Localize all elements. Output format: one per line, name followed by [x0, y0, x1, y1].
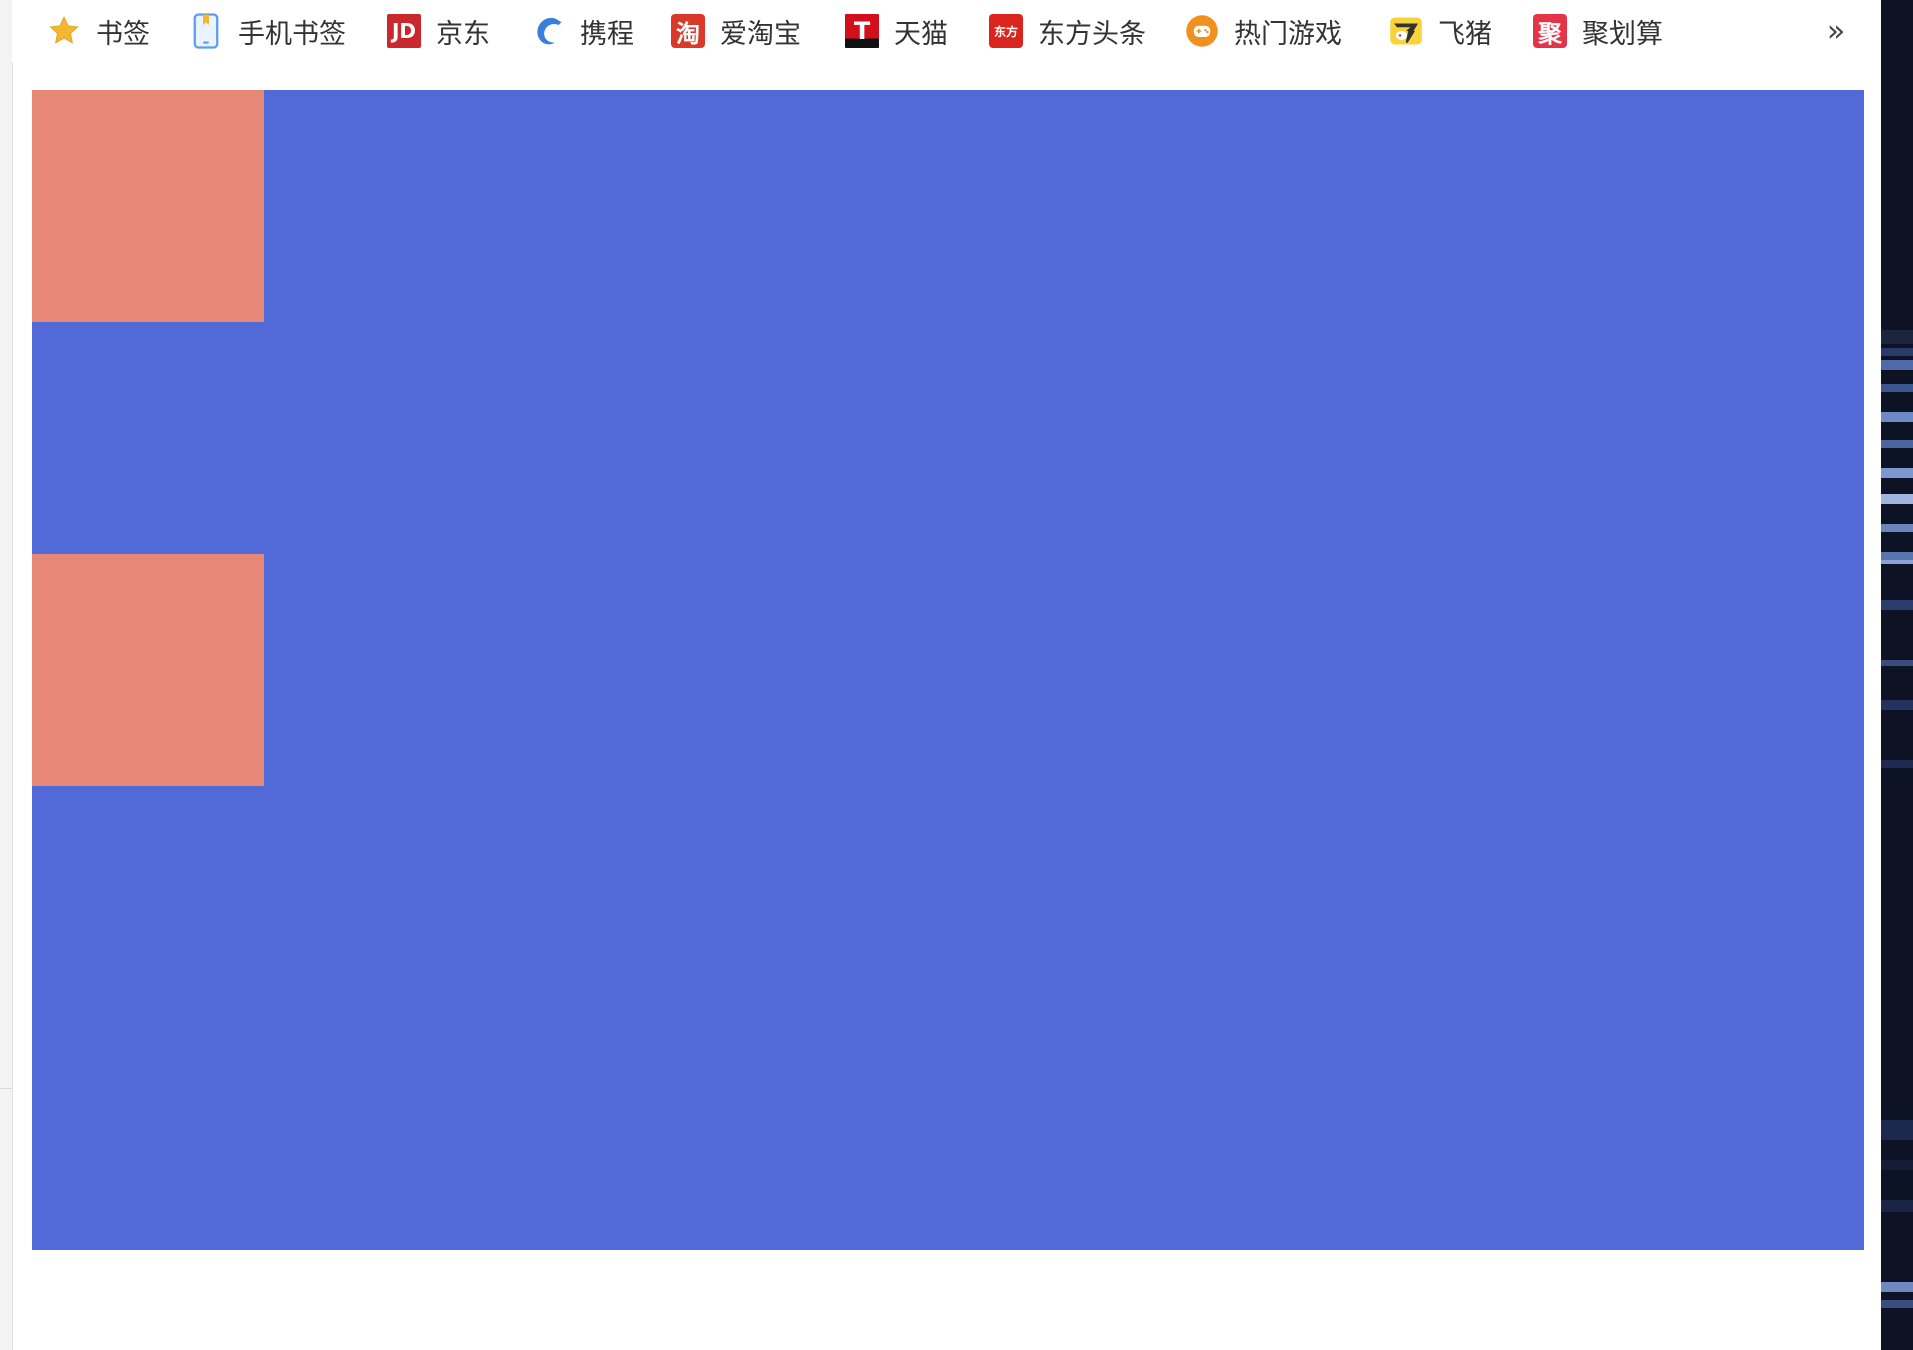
bookmark-label: 聚划算 — [1582, 18, 1663, 50]
double-chevron-right-icon: » — [1826, 13, 1846, 49]
bookmark-item-hot-games[interactable]: 热门游戏 — [1184, 10, 1342, 52]
taobao-logo-icon: 淘 — [670, 13, 706, 49]
bookmark-label: 爱淘宝 — [720, 18, 801, 50]
bookmark-item-mobile-bookmarks[interactable]: 手机书签 — [188, 10, 346, 52]
more-bookmarks-button[interactable]: » — [1812, 10, 1860, 52]
bookmark-label: 书签 — [96, 18, 150, 50]
bookmark-item-ctrip[interactable]: 携程 — [530, 10, 634, 52]
blue-canvas — [32, 90, 1864, 1250]
bookmark-label: 携程 — [580, 18, 634, 50]
jd-logo-icon: JD — [386, 13, 422, 49]
bookmark-item-jd[interactable]: JD 京东 — [386, 10, 490, 52]
tmall-logo-icon: T — [844, 13, 880, 49]
bookmark-item-bookmarks[interactable]: 书签 — [46, 10, 150, 52]
mobile-bookmark-icon — [188, 13, 224, 49]
bookmarks-bar: 书签 手机书签 JD 京东 携程 淘 爱淘宝 T 天猫 东方 东方头条 热门游戏… — [12, 0, 1880, 62]
bookmark-item-ai-taobao[interactable]: 淘 爱淘宝 — [670, 10, 801, 52]
left-edge-divider — [0, 1088, 12, 1089]
bookmark-label: 飞猪 — [1438, 18, 1492, 50]
ctrip-dolphin-icon — [530, 13, 566, 49]
salmon-box — [32, 90, 264, 322]
bookmark-item-tmall[interactable]: T 天猫 — [844, 10, 948, 52]
bookmark-label: 手机书签 — [238, 18, 346, 50]
bookmark-item-fliggy[interactable]: 飞猪 — [1388, 10, 1492, 52]
star-icon — [46, 13, 82, 49]
eastday-logo-icon: 东方 — [988, 13, 1024, 49]
background-window-edge — [1881, 0, 1913, 1350]
bookmark-label: 天猫 — [894, 18, 948, 50]
bookmark-label: 热门游戏 — [1234, 18, 1342, 50]
fliggy-logo-icon — [1388, 13, 1424, 49]
bookmark-label: 京东 — [436, 18, 490, 50]
games-icon — [1184, 13, 1220, 49]
bookmark-label: 东方头条 — [1038, 18, 1146, 50]
juhuasuan-logo-icon: 聚 — [1532, 13, 1568, 49]
bookmark-item-eastday[interactable]: 东方 东方头条 — [988, 10, 1146, 52]
bookmark-item-juhuasuan[interactable]: 聚 聚划算 — [1532, 10, 1663, 52]
window-left-edge — [0, 0, 13, 1350]
salmon-box — [32, 554, 264, 786]
